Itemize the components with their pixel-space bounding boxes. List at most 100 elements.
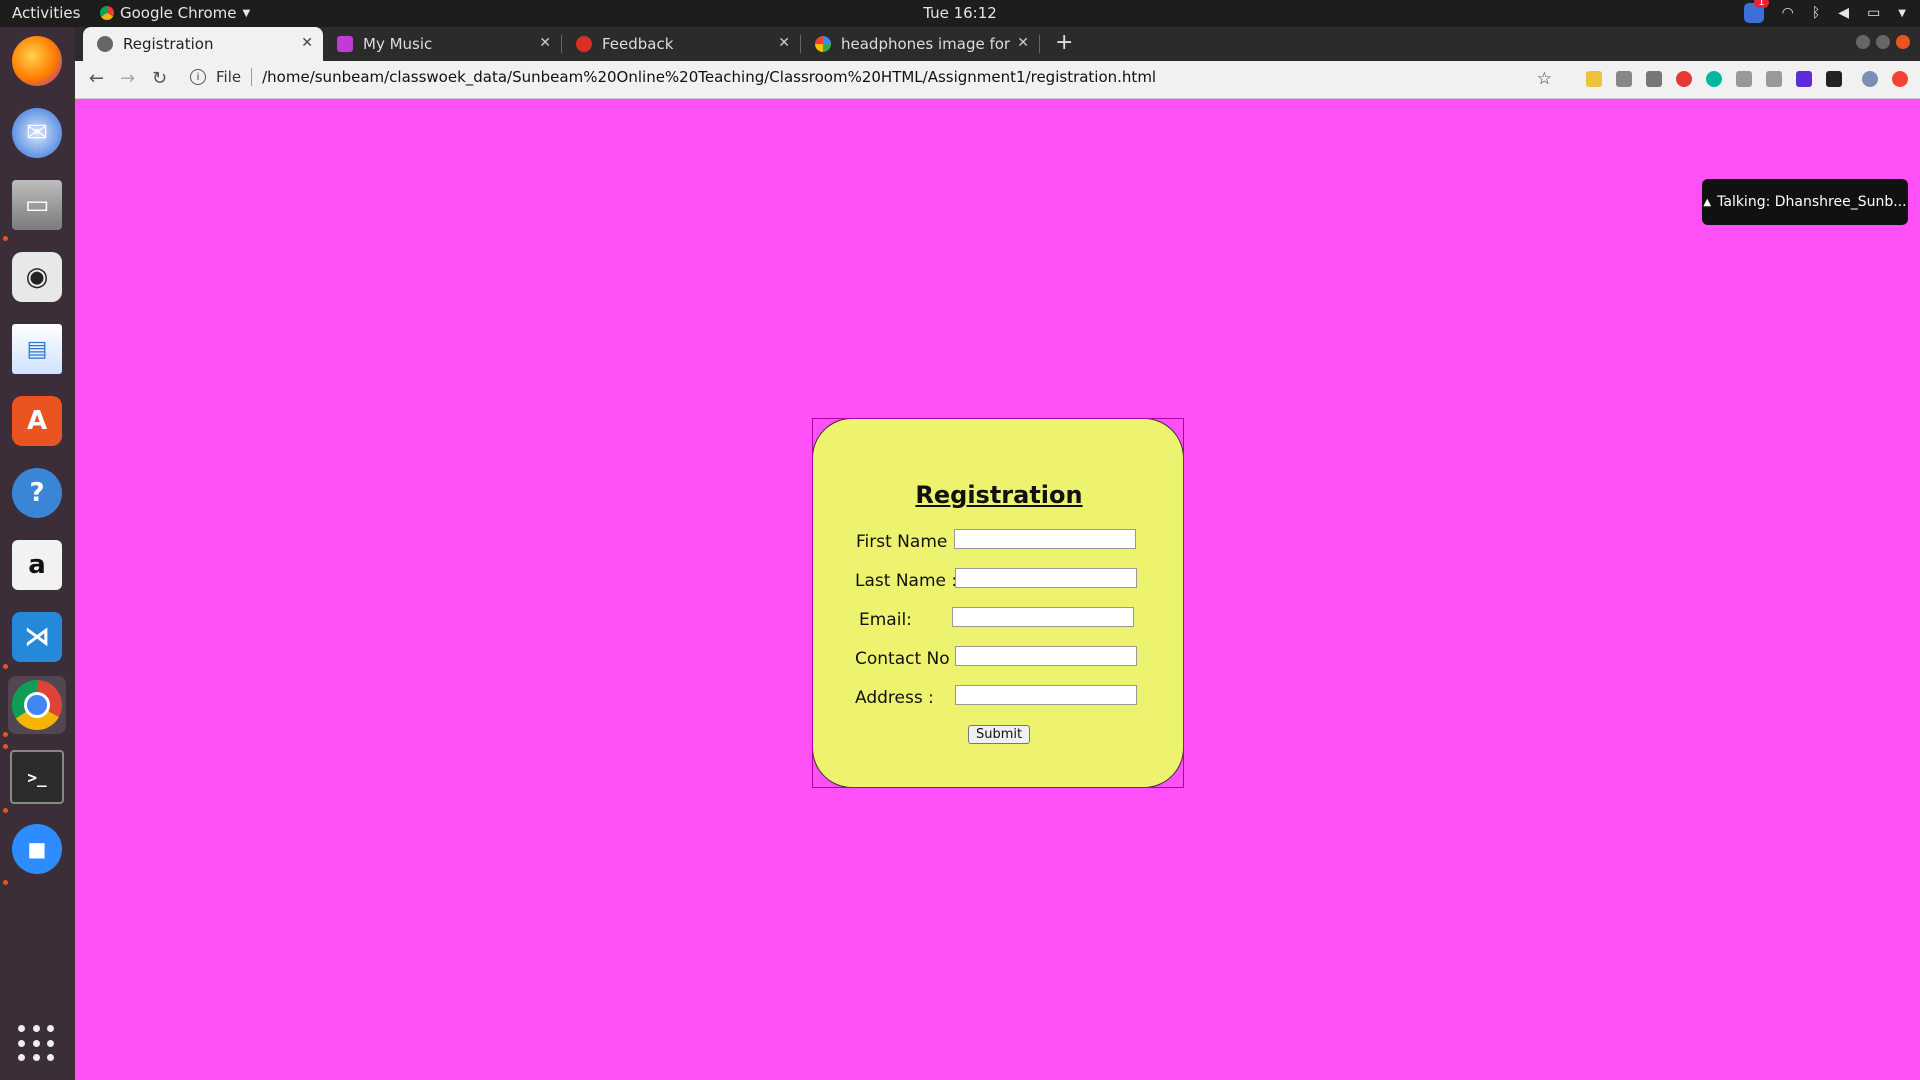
email-row: Email: [813, 607, 1185, 637]
extension-cart-icon[interactable] [1736, 71, 1752, 87]
address-label: Address : [855, 688, 934, 708]
app-menu-label: Google Chrome [120, 4, 237, 22]
tab-headphones-image[interactable]: headphones image for de ✕ [801, 27, 1039, 61]
running-indicator [3, 880, 8, 885]
extension-camera-icon[interactable] [1646, 71, 1662, 87]
close-window-icon[interactable] [1896, 35, 1910, 49]
divider [251, 68, 253, 86]
contact-no-label: Contact No : [855, 649, 961, 669]
tab-my-music[interactable]: My Music ✕ [323, 27, 561, 61]
close-tab-icon[interactable]: ✕ [301, 35, 313, 51]
globe-icon [97, 36, 113, 52]
thunderbird-icon: ✉ [12, 108, 62, 158]
google-favicon-icon [815, 36, 831, 52]
extension-target-icon[interactable] [1676, 71, 1692, 87]
dock-thunderbird[interactable]: ✉ [8, 104, 66, 162]
minimize-icon[interactable] [1856, 35, 1870, 49]
extension-dark-icon[interactable] [1826, 71, 1842, 87]
clock[interactable]: Tue 16:12 [0, 4, 1920, 22]
submit-button[interactable]: Submit [968, 725, 1031, 744]
window-controls [1856, 35, 1910, 49]
profile-avatar-icon[interactable] [1862, 71, 1878, 87]
maximize-icon[interactable] [1876, 35, 1890, 49]
firefox-icon [12, 36, 62, 86]
triangle-up-icon: ▲ [1703, 196, 1712, 208]
back-arrow-icon[interactable]: ← [89, 68, 104, 89]
volume-icon[interactable]: ◀ [1838, 5, 1849, 21]
chrome-small-icon [100, 6, 114, 20]
dock-amazon[interactable]: a [8, 536, 66, 594]
dock-zoom[interactable]: ■ [8, 820, 66, 878]
running-indicator [3, 732, 8, 737]
system-tray[interactable]: 1 ◠ ᛒ ◀ ▭ ▼ [1743, 0, 1906, 23]
dock-files[interactable]: ▭ [8, 176, 66, 234]
feedback-favicon-icon [576, 36, 592, 52]
email-input[interactable] [952, 607, 1134, 627]
zoom-talking-indicator[interactable]: ▲ Talking: Dhanshree_Sunb... [1702, 179, 1908, 225]
forward-arrow-icon[interactable]: → [120, 68, 135, 89]
app-menu[interactable]: Google Chrome ▼ [100, 4, 250, 22]
extension-red-icon[interactable] [1892, 71, 1908, 87]
activities-button[interactable]: Activities [12, 4, 80, 22]
dock-rhythmbox[interactable]: ◉ [8, 248, 66, 306]
browser-tab-strip: Registration ✕ My Music ✕ Feedback ✕ hea… [75, 27, 1920, 61]
dock-ubuntu-software[interactable]: A [8, 392, 66, 450]
last-name-input[interactable] [955, 568, 1137, 588]
dock-firefox[interactable] [8, 32, 66, 90]
music-favicon-icon [337, 36, 353, 52]
running-indicator [3, 808, 8, 813]
tab-label: Registration [123, 35, 214, 53]
url-text[interactable]: /home/sunbeam/classwoek_data/Sunbeam%20O… [262, 68, 1156, 86]
last-name-label: Last Name : [855, 571, 958, 591]
close-tab-icon[interactable]: ✕ [778, 35, 790, 51]
dock-vscode[interactable]: ⋊ [8, 608, 66, 666]
tab-label: Feedback [602, 35, 674, 53]
zoom-talking-text: Talking: Dhanshree_Sunb... [1717, 194, 1907, 210]
dock-terminal[interactable]: >_ [8, 748, 66, 806]
reload-icon[interactable]: ↻ [152, 68, 167, 89]
first-name-row: First Name : [813, 529, 1185, 559]
running-indicator [3, 744, 8, 749]
contact-no-row: Contact No : [813, 646, 1185, 676]
extension-css-icon[interactable] [1616, 71, 1632, 87]
tab-feedback[interactable]: Feedback ✕ [562, 27, 800, 61]
show-applications-grid-icon[interactable] [18, 1025, 56, 1063]
new-tab-button[interactable]: + [1055, 30, 1073, 55]
chevron-down-icon[interactable]: ▼ [1898, 8, 1906, 19]
info-icon[interactable]: i [190, 69, 206, 85]
registration-card: Registration First Name : Last Name : Em… [812, 418, 1184, 788]
chrome-icon [12, 680, 62, 730]
ubuntu-software-icon: A [12, 396, 62, 446]
dock-help[interactable]: ? [8, 464, 66, 522]
dock: ✉ ▭ ◉ ▤ A ? a ⋊ >_ ■ [0, 27, 75, 1080]
bluetooth-icon[interactable]: ᛒ [1812, 5, 1820, 21]
bookmark-star-icon[interactable]: ☆ [1537, 69, 1552, 89]
extension-people-icon[interactable] [1796, 71, 1812, 87]
rhythmbox-icon: ◉ [12, 252, 62, 302]
help-icon: ? [12, 468, 62, 518]
libreoffice-writer-icon: ▤ [12, 324, 62, 374]
system-top-bar: Activities Google Chrome ▼ Tue 16:12 1 ◠… [0, 0, 1920, 27]
running-indicator [3, 664, 8, 669]
email-label: Email: [859, 610, 912, 630]
address-bar[interactable]: i File /home/sunbeam/classwoek_data/Sunb… [190, 68, 1156, 86]
extension-icons: ☆ [1537, 69, 1908, 89]
dock-chrome[interactable] [8, 676, 66, 734]
running-indicator [3, 236, 8, 241]
tab-registration[interactable]: Registration ✕ [83, 27, 323, 61]
contact-no-input[interactable] [955, 646, 1137, 666]
zoom-icon: ■ [12, 824, 62, 874]
browser-toolbar: ← → ↻ i File /home/sunbeam/classwoek_dat… [75, 61, 1920, 99]
extension-m-icon[interactable] [1706, 71, 1722, 87]
first-name-input[interactable] [954, 529, 1136, 549]
extension-layout-icon[interactable] [1766, 71, 1782, 87]
dock-libreoffice-writer[interactable]: ▤ [8, 320, 66, 378]
wifi-icon[interactable]: ◠ [1782, 5, 1794, 21]
close-tab-icon[interactable]: ✕ [1017, 35, 1029, 51]
close-tab-icon[interactable]: ✕ [539, 35, 551, 51]
notification-app-icon[interactable]: 1 [1743, 0, 1769, 23]
extension-calendar-icon[interactable] [1586, 71, 1602, 87]
page-title: Registration [915, 481, 1083, 509]
battery-icon[interactable]: ▭ [1867, 5, 1880, 21]
address-input[interactable] [955, 685, 1137, 705]
